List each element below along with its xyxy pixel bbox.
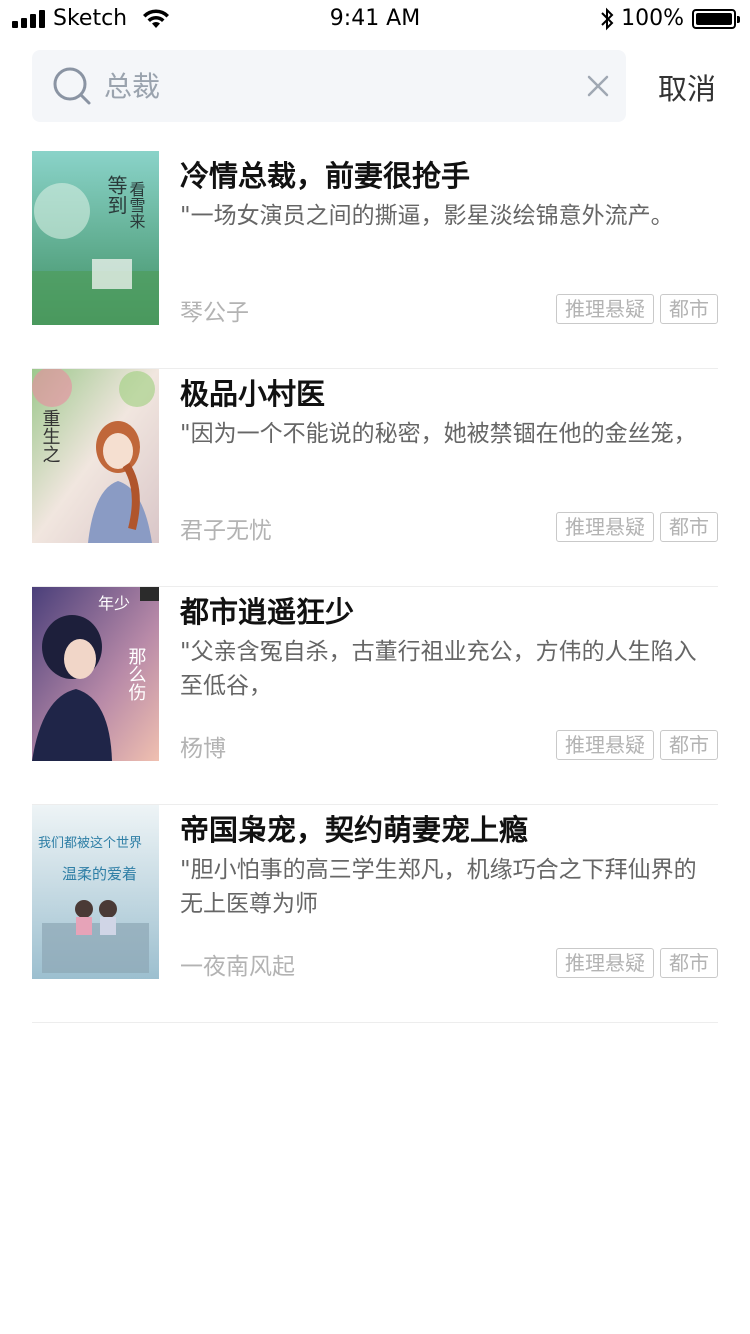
status-bar: Sketch 9:41 AM 100% (0, 0, 750, 40)
svg-text:那么伤: 那么伤 (126, 647, 147, 701)
battery-icon (692, 8, 740, 29)
book-list-item[interactable]: 我们都被这个世界 温柔的爱着 帝国枭宠，契约萌妻宠上瘾 "胆小怕事的高三学生郑凡… (32, 805, 718, 1023)
svg-text:年少: 年少 (98, 594, 130, 613)
svg-text:我们都被这个世界: 我们都被这个世界 (38, 835, 142, 851)
svg-text:重生之: 重生之 (40, 409, 61, 463)
divider (32, 1022, 718, 1023)
book-description: "一场女演员之间的撕逼，影星淡绘锦意外流产。 (180, 203, 674, 229)
svg-text:看雪来: 看雪来 (127, 181, 146, 229)
book-description: "父亲含冤自杀，古董行祖业充公，方伟的人生陷入至低谷， (180, 639, 697, 699)
book-title[interactable]: 极品小村医 (180, 371, 325, 413)
book-tags: 推理悬疑 都市 (556, 512, 718, 542)
battery-percentage: 100% (621, 6, 684, 31)
search-input[interactable] (104, 66, 544, 106)
tag-category: 都市 (660, 512, 718, 542)
svg-text:等到: 等到 (104, 175, 128, 215)
search-icon (53, 67, 91, 105)
book-list-item[interactable]: 年少 那么伤 都市逍遥狂少 "父亲含冤自杀，古董行祖业充公，方伟的人生陷入至低谷… (32, 587, 718, 805)
book-cover-image: 重生之 (32, 369, 159, 543)
book-tags: 推理悬疑 都市 (556, 294, 718, 324)
book-cover[interactable]: 年少 那么伤 (32, 587, 159, 761)
tag-genre: 推理悬疑 (556, 294, 654, 324)
book-title[interactable]: 都市逍遥狂少 (180, 589, 354, 631)
book-title[interactable]: 冷情总裁，前妻很抢手 (180, 153, 470, 195)
search-box[interactable] (32, 50, 626, 122)
book-author: 一夜南风起 (180, 954, 295, 980)
book-list-item[interactable]: 重生之 极品小村医 "因为一个不能说的秘密，她被禁锢在他的金丝笼， 君子无忧 推… (32, 369, 718, 587)
book-tags: 推理悬疑 都市 (556, 948, 718, 978)
book-author: 杨博 (180, 736, 226, 762)
tag-category: 都市 (660, 294, 718, 324)
book-author: 琴公子 (180, 300, 249, 326)
book-list-item[interactable]: 等到 看雪来 冷情总裁，前妻很抢手 "一场女演员之间的撕逼，影星淡绘锦意外流产。… (32, 151, 718, 369)
tag-category: 都市 (660, 730, 718, 760)
book-cover[interactable]: 我们都被这个世界 温柔的爱着 (32, 805, 159, 979)
book-author: 君子无忧 (180, 518, 272, 544)
tag-genre: 推理悬疑 (556, 730, 654, 760)
bluetooth-icon (601, 7, 614, 30)
clear-icon[interactable] (586, 74, 610, 98)
tag-genre: 推理悬疑 (556, 948, 654, 978)
book-title[interactable]: 帝国枭宠，契约萌妻宠上瘾 (180, 807, 528, 849)
status-right: 100% (599, 6, 740, 31)
cancel-button[interactable]: 取消 (658, 66, 716, 108)
tag-category: 都市 (660, 948, 718, 978)
book-cover-image: 我们都被这个世界 温柔的爱着 (32, 805, 159, 979)
book-cover[interactable]: 等到 看雪来 (32, 151, 159, 325)
svg-text:温柔的爱着: 温柔的爱着 (62, 865, 137, 883)
book-cover-image: 等到 看雪来 (32, 151, 159, 325)
book-description: "胆小怕事的高三学生郑凡，机缘巧合之下拜仙界的无上医尊为师 (180, 857, 697, 917)
book-cover[interactable]: 重生之 (32, 369, 159, 543)
book-description: "因为一个不能说的秘密，她被禁锢在他的金丝笼， (180, 421, 697, 447)
book-cover-image: 年少 那么伤 (32, 587, 159, 761)
tag-genre: 推理悬疑 (556, 512, 654, 542)
book-tags: 推理悬疑 都市 (556, 730, 718, 760)
